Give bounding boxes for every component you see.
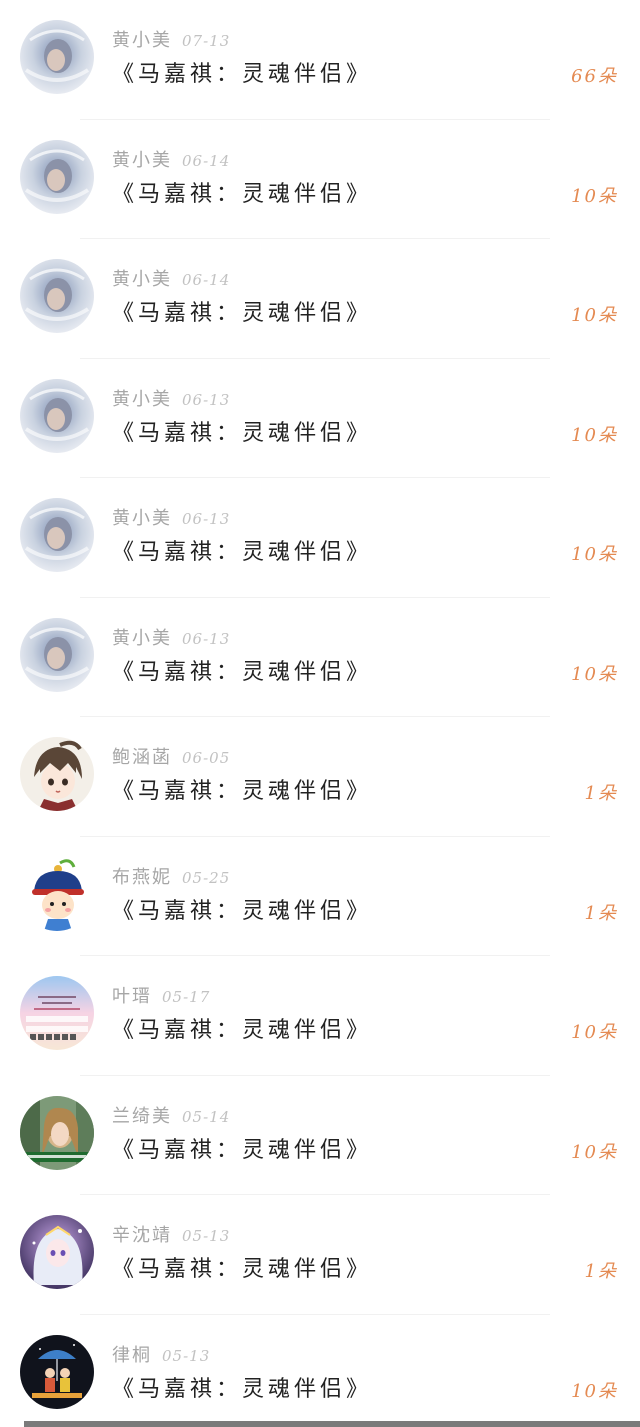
list-item[interactable]: 黄小美 06-14 《马嘉祺：灵魂伴侣》 10朵 (0, 239, 640, 359)
list-item[interactable]: 兰绮美 05-14 《马嘉祺：灵魂伴侣》 10朵 (0, 1076, 640, 1195)
list-item[interactable]: 鲍涵菡 06-05 《马嘉祺：灵魂伴侣》 1朵 (0, 717, 640, 837)
flower-count: 10朵 (571, 663, 618, 685)
work-title: 《马嘉祺：灵魂伴侣》 (112, 540, 373, 565)
work-title: 《马嘉祺：灵魂伴侣》 (112, 1018, 373, 1043)
work-title: 《马嘉祺：灵魂伴侣》 (112, 1137, 373, 1163)
sender-name: 黄小美 (112, 627, 172, 649)
work-title: 《马嘉祺：灵魂伴侣》 (112, 301, 373, 326)
sender-name: 兰绮美 (112, 1105, 172, 1127)
work-title: 《马嘉祺：灵魂伴侣》 (112, 62, 373, 87)
gift-date: 06-14 (182, 271, 231, 289)
lace-portrait-icon[interactable] (20, 259, 94, 333)
list-item[interactable]: 黄小美 06-13 《马嘉祺：灵魂伴侣》 10朵 (0, 478, 640, 598)
sender-name: 黄小美 (112, 388, 172, 410)
flower-count: 1朵 (584, 902, 618, 924)
flower-count: 10朵 (571, 185, 618, 207)
work-title: 《马嘉祺：灵魂伴侣》 (112, 1376, 373, 1402)
work-title: 《马嘉祺：灵魂伴侣》 (112, 420, 373, 446)
flower-count: 10朵 (571, 1022, 618, 1043)
sender-name: 叶瑨 (112, 986, 152, 1007)
work-title: 《马嘉祺：灵魂伴侣》 (112, 898, 373, 924)
cartoon-qing-official-icon[interactable] (20, 856, 94, 931)
lace-portrait-icon[interactable] (20, 498, 94, 572)
flower-count: 10朵 (571, 1380, 618, 1402)
sender-name: 黄小美 (112, 508, 172, 529)
sender-name: 布燕妮 (112, 866, 172, 888)
work-title: 《马嘉祺：灵魂伴侣》 (112, 181, 373, 207)
gift-date: 05-13 (182, 1227, 231, 1245)
flower-count: 10朵 (571, 424, 618, 446)
list-item[interactable]: 黄小美 06-13 《马嘉祺：灵魂伴侣》 10朵 (0, 598, 640, 717)
list-item[interactable]: 布燕妮 05-25 《马嘉祺：灵魂伴侣》 1朵 (0, 837, 640, 956)
flower-count: 10朵 (571, 544, 618, 565)
work-title: 《马嘉祺：灵魂伴侣》 (112, 1257, 373, 1282)
flower-count: 1朵 (584, 783, 618, 804)
lace-portrait-icon[interactable] (20, 617, 94, 692)
list-item[interactable]: 律桐 05-13 《马嘉祺：灵魂伴侣》 10朵 (0, 1315, 640, 1427)
sender-name: 律桐 (112, 1344, 152, 1366)
sender-name: 黄小美 (112, 30, 172, 51)
umbrella-couple-icon[interactable] (20, 1334, 94, 1409)
keyboard-pastel-icon[interactable] (20, 976, 94, 1050)
flower-count: 10朵 (571, 1141, 618, 1163)
gift-date: 05-14 (182, 1107, 231, 1126)
sender-name: 黄小美 (112, 269, 172, 290)
gift-date: 05-17 (162, 988, 211, 1006)
photo-girl-forest-icon[interactable] (20, 1095, 94, 1170)
list-item[interactable]: 黄小美 07-13 《马嘉祺：灵魂伴侣》 66朵 (0, 0, 640, 120)
scroll-indicator (24, 1421, 640, 1427)
anime-girl-white-hair-icon[interactable] (20, 1215, 94, 1289)
work-title: 《马嘉祺：灵魂伴侣》 (112, 779, 373, 804)
flower-count: 1朵 (584, 1261, 618, 1282)
list-item[interactable]: 叶瑨 05-17 《马嘉祺：灵魂伴侣》 10朵 (0, 956, 640, 1076)
gift-date: 06-13 (182, 390, 231, 409)
sender-name: 黄小美 (112, 149, 172, 171)
flower-count: 10朵 (571, 305, 618, 326)
lace-portrait-icon[interactable] (20, 20, 94, 94)
gift-date: 07-13 (182, 32, 231, 50)
sender-name: 辛沈靖 (112, 1225, 172, 1246)
gift-date: 06-14 (182, 151, 231, 170)
flower-count: 66朵 (571, 66, 618, 87)
lace-portrait-icon[interactable] (20, 139, 94, 214)
gift-date: 06-05 (182, 749, 231, 767)
gift-date: 05-25 (182, 868, 231, 887)
work-title: 《马嘉祺：灵魂伴侣》 (112, 659, 373, 685)
sender-name: 鲍涵菡 (112, 747, 172, 768)
list-item[interactable]: 辛沈靖 05-13 《马嘉祺：灵魂伴侣》 1朵 (0, 1195, 640, 1315)
list-item[interactable]: 黄小美 06-14 《马嘉祺：灵魂伴侣》 10朵 (0, 120, 640, 239)
gift-date: 06-13 (182, 510, 231, 528)
gift-date: 06-13 (182, 629, 231, 648)
list-item[interactable]: 黄小美 06-13 《马嘉祺：灵魂伴侣》 10朵 (0, 359, 640, 478)
gift-record-list: 黄小美 07-13 《马嘉祺：灵魂伴侣》 66朵 黄小美 06-14 《马嘉祺：… (0, 0, 640, 1427)
gift-date: 05-13 (162, 1346, 211, 1365)
anime-boy-icon[interactable] (20, 737, 94, 811)
lace-portrait-icon[interactable] (20, 378, 94, 453)
